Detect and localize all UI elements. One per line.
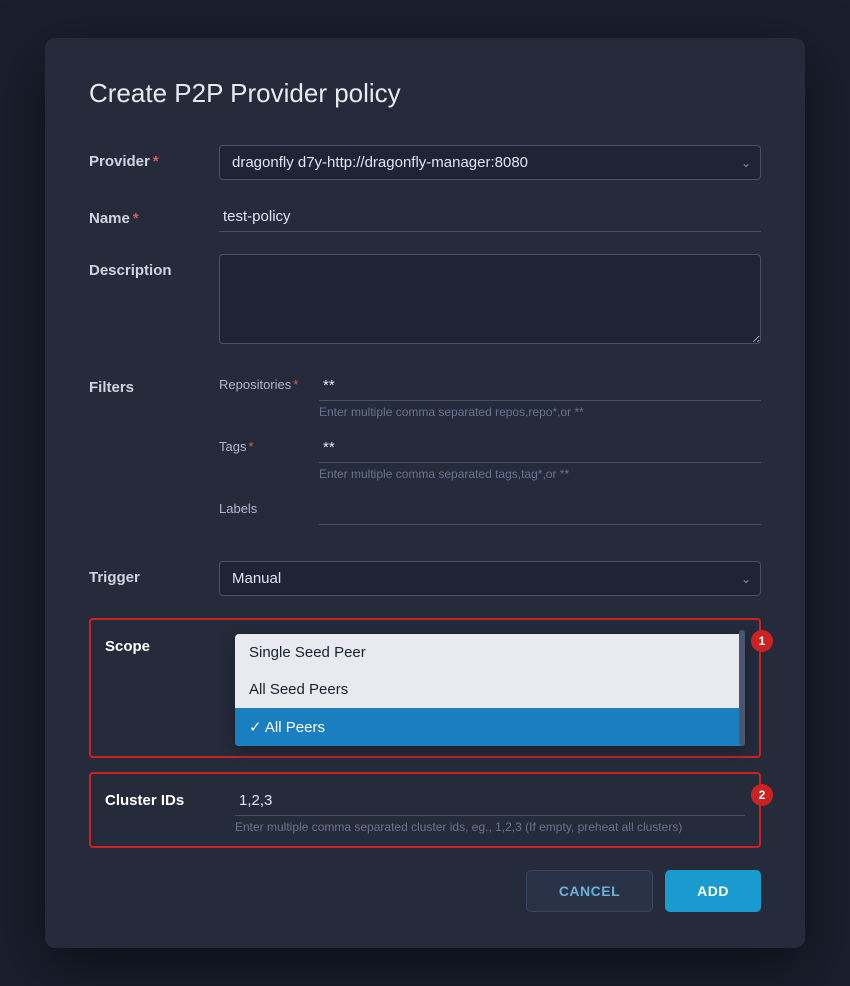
tags-row: Tags* Enter multiple comma separated tag…: [219, 433, 761, 481]
cluster-ids-label: Cluster IDs: [105, 786, 235, 809]
labels-input[interactable]: [319, 495, 761, 525]
filters-row: Filters Repositories* Enter multiple com…: [89, 371, 761, 539]
description-textarea[interactable]: [219, 254, 761, 344]
name-input[interactable]: [219, 202, 761, 232]
create-policy-dialog: Create P2P Provider policy Provider* dra…: [45, 38, 805, 948]
tags-hint: Enter multiple comma separated tags,tag*…: [319, 467, 761, 481]
labels-label: Labels: [219, 495, 319, 516]
cluster-ids-row: Cluster IDs Enter multiple comma separat…: [105, 786, 745, 834]
dropdown-item-all-seed-peers[interactable]: All Seed Peers: [235, 671, 745, 708]
cluster-ids-section: Cluster IDs Enter multiple comma separat…: [89, 772, 761, 848]
provider-select[interactable]: dragonfly d7y-http://dragonfly-manager:8…: [219, 145, 761, 180]
cluster-badge: 2: [751, 784, 773, 806]
tags-input[interactable]: [319, 433, 761, 463]
trigger-label: Trigger: [89, 561, 219, 586]
filters-label: Filters: [89, 371, 219, 396]
repositories-label: Repositories*: [219, 371, 319, 392]
provider-label: Provider*: [89, 145, 219, 170]
description-field[interactable]: [219, 254, 761, 349]
provider-row: Provider* dragonfly d7y-http://dragonfly…: [89, 145, 761, 180]
name-row: Name*: [89, 202, 761, 232]
add-button[interactable]: ADD: [665, 870, 761, 912]
name-field[interactable]: [219, 202, 761, 232]
name-label: Name*: [89, 202, 219, 227]
scope-form-row: Scope Single Seed Peer All Seed Peers Al…: [105, 630, 745, 746]
cluster-ids-control: Enter multiple comma separated cluster i…: [235, 786, 745, 834]
dropdown-item-single-seed-peer[interactable]: Single Seed Peer: [235, 634, 745, 671]
description-row: Description: [89, 254, 761, 349]
trigger-row: Trigger Manual ⌄: [89, 561, 761, 596]
scope-label: Scope: [105, 630, 235, 655]
cluster-ids-hint: Enter multiple comma separated cluster i…: [235, 820, 745, 834]
button-row: CANCEL ADD: [89, 870, 761, 912]
repositories-hint: Enter multiple comma separated repos,rep…: [319, 405, 761, 419]
scope-section: Scope Single Seed Peer All Seed Peers Al…: [89, 618, 761, 758]
repositories-input[interactable]: [319, 371, 761, 401]
labels-control[interactable]: [319, 495, 761, 525]
cancel-button[interactable]: CANCEL: [526, 870, 653, 912]
dropdown-item-all-peers[interactable]: All Peers: [235, 708, 745, 746]
provider-field[interactable]: dragonfly d7y-http://dragonfly-manager:8…: [219, 145, 761, 180]
labels-row: Labels: [219, 495, 761, 525]
trigger-select[interactable]: Manual: [219, 561, 761, 596]
tags-label: Tags*: [219, 433, 319, 454]
trigger-field[interactable]: Manual ⌄: [219, 561, 761, 596]
dialog-title: Create P2P Provider policy: [89, 78, 761, 109]
cluster-ids-input[interactable]: [235, 786, 745, 816]
repositories-control: Enter multiple comma separated repos,rep…: [319, 371, 761, 419]
filters-inner: Repositories* Enter multiple comma separ…: [219, 371, 761, 539]
scope-dropdown-menu[interactable]: Single Seed Peer All Seed Peers All Peer…: [235, 634, 745, 746]
scope-badge: 1: [751, 630, 773, 652]
repositories-row: Repositories* Enter multiple comma separ…: [219, 371, 761, 419]
description-label: Description: [89, 254, 219, 279]
scrollbar: [739, 630, 745, 746]
tags-control: Enter multiple comma separated tags,tag*…: [319, 433, 761, 481]
scope-dropdown-container: Single Seed Peer All Seed Peers All Peer…: [235, 630, 745, 746]
